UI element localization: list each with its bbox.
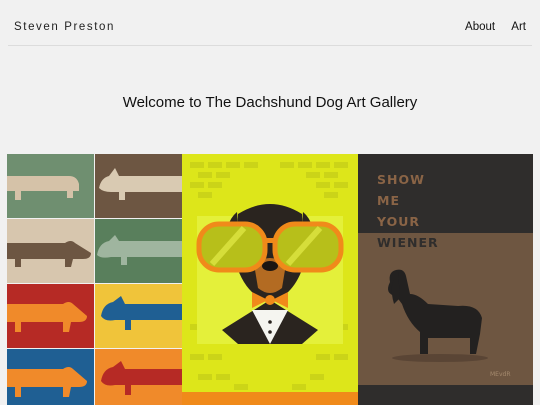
site-header: Steven Preston About Art (0, 0, 540, 46)
nav-link-about[interactable]: About (465, 21, 495, 33)
artwork-dachshund-sunglasses[interactable] (182, 154, 358, 405)
pop-tile (7, 219, 94, 283)
poster-line-1: SHOW (377, 172, 425, 187)
dachshund-silhouette-icon (7, 219, 94, 283)
dachshund-silhouette-icon (95, 219, 182, 283)
dachshund-silhouette-icon (95, 284, 182, 348)
poster-line-3: YOUR (376, 214, 420, 229)
artwork-gallery: SHOW ME YOUR WIENER MEvdR (7, 154, 533, 405)
pop-tile (95, 349, 182, 405)
header-divider (8, 45, 532, 46)
pop-tile (95, 219, 182, 283)
dachshund-silhouette-icon (7, 154, 94, 218)
dachshund-silhouette-icon (95, 154, 182, 218)
dachshund-sunglasses-illustration (182, 162, 358, 405)
poster-line-2: ME (377, 193, 400, 208)
pop-tile (7, 154, 94, 218)
artwork-show-me-your-wiener[interactable]: SHOW ME YOUR WIENER MEvdR (358, 154, 533, 405)
dachshund-silhouette-icon (7, 349, 94, 405)
pop-tile (95, 284, 182, 348)
artist-signature: MEvdR (490, 371, 511, 378)
poster-line-4: WIENER (377, 235, 439, 250)
page-title: Welcome to The Dachshund Dog Art Gallery (122, 94, 418, 111)
pop-tile (7, 284, 94, 348)
dachshund-silhouette-icon (95, 349, 182, 405)
pop-tile (7, 349, 94, 405)
pop-tile (95, 154, 182, 218)
site-brand[interactable]: Steven Preston (14, 21, 115, 33)
show-me-your-wiener-poster: SHOW ME YOUR WIENER MEvdR (358, 172, 533, 385)
nav-link-art[interactable]: Art (511, 21, 526, 33)
dachshund-silhouette-icon (7, 284, 94, 348)
main-nav: About Art (452, 21, 526, 33)
artwork-pop-dachshund-grid[interactable] (7, 154, 182, 405)
